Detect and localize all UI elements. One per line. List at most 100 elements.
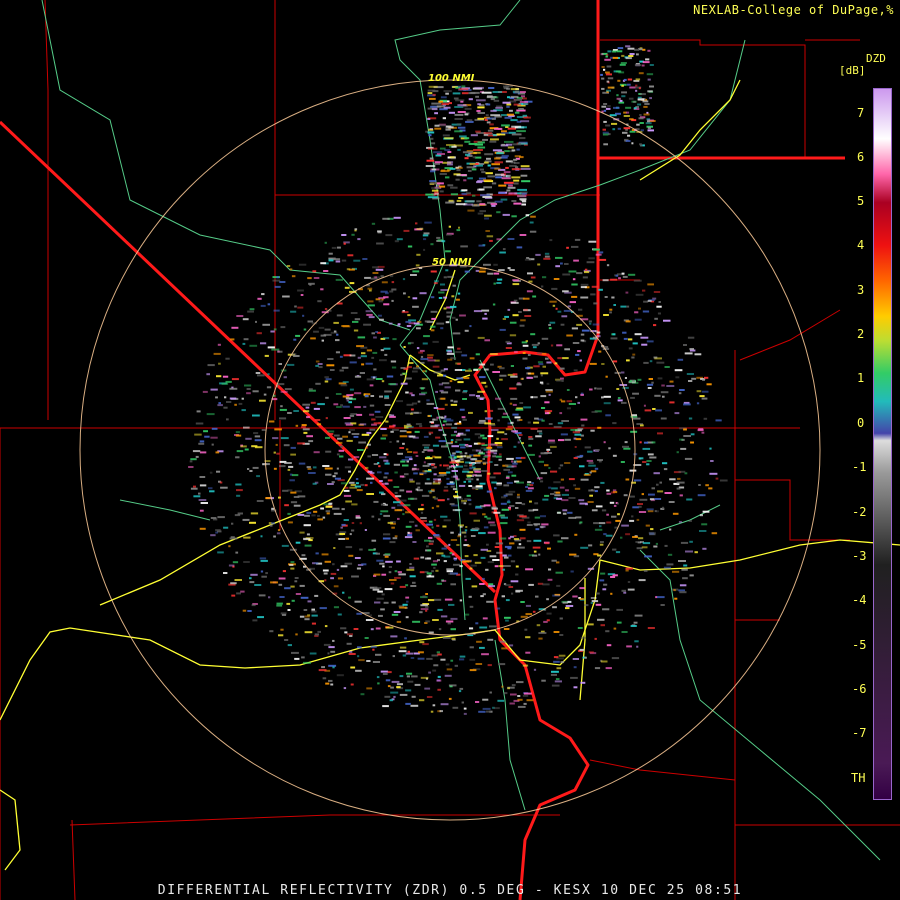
echo-gate bbox=[477, 117, 484, 120]
echo-gate bbox=[464, 555, 469, 558]
echo-gate bbox=[235, 456, 240, 459]
echo-gate bbox=[509, 387, 517, 390]
echo-gate bbox=[359, 548, 363, 551]
echo-gate bbox=[215, 451, 220, 454]
echo-gate bbox=[547, 547, 551, 550]
echo-gate bbox=[327, 483, 334, 485]
echo-gate bbox=[311, 610, 317, 613]
echo-gate bbox=[348, 431, 351, 434]
echo-gate bbox=[430, 270, 437, 273]
echo-gate bbox=[284, 639, 289, 641]
echo-gate bbox=[607, 77, 614, 80]
echo-gate bbox=[513, 103, 522, 106]
echo-gate bbox=[645, 58, 650, 61]
echo-gate bbox=[491, 429, 499, 431]
echo-gate bbox=[450, 659, 454, 662]
echo-gate bbox=[510, 535, 515, 538]
echo-gate bbox=[394, 509, 402, 512]
echo-gate bbox=[349, 650, 353, 653]
echo-gate bbox=[572, 278, 576, 281]
echo-gate bbox=[455, 477, 459, 480]
echo-gate bbox=[464, 270, 470, 273]
echo-gate bbox=[381, 573, 387, 576]
echo-gate bbox=[632, 417, 641, 420]
echo-gate bbox=[454, 430, 457, 433]
echo-gate bbox=[354, 228, 358, 231]
echo-gate bbox=[425, 165, 436, 167]
echo-gate bbox=[380, 608, 385, 611]
echo-gate bbox=[594, 637, 597, 640]
echo-gate bbox=[520, 167, 531, 170]
echo-gate bbox=[560, 478, 564, 481]
echo-gate bbox=[690, 441, 694, 444]
echo-gate bbox=[544, 410, 553, 413]
echo-gate bbox=[453, 563, 460, 566]
echo-gate bbox=[261, 575, 267, 578]
echo-gate bbox=[413, 322, 420, 325]
echo-gate bbox=[257, 297, 262, 300]
echo-gate bbox=[323, 572, 328, 575]
echo-gate bbox=[545, 389, 553, 391]
echo-gate bbox=[455, 450, 460, 453]
echo-gate bbox=[263, 463, 270, 466]
echo-gate bbox=[482, 707, 491, 710]
echo-gate bbox=[550, 673, 557, 676]
echo-gate bbox=[261, 429, 266, 431]
echo-gate bbox=[679, 494, 683, 497]
echo-gate bbox=[436, 182, 444, 185]
echo-gate bbox=[335, 351, 340, 354]
echo-gate bbox=[290, 585, 295, 588]
echo-gate bbox=[331, 481, 335, 484]
echo-gate bbox=[446, 163, 453, 166]
echo-gate bbox=[193, 485, 196, 488]
echo-gate bbox=[517, 695, 521, 697]
echo-gate bbox=[522, 114, 527, 117]
echo-gate bbox=[385, 234, 393, 237]
echo-gate bbox=[464, 613, 470, 616]
echo-gate bbox=[444, 149, 451, 152]
echo-gate bbox=[415, 488, 419, 491]
echo-gate bbox=[318, 326, 325, 329]
echo-gate bbox=[442, 117, 446, 120]
echo-gate bbox=[602, 128, 606, 131]
echo-gate bbox=[313, 451, 320, 454]
echo-gate bbox=[715, 477, 719, 480]
echo-gate bbox=[480, 434, 485, 437]
echo-gate bbox=[237, 512, 243, 515]
echo-gate bbox=[412, 581, 416, 584]
echo-gate bbox=[360, 693, 365, 696]
echo-gate bbox=[482, 513, 486, 516]
echo-gate bbox=[423, 248, 426, 251]
echo-gate bbox=[544, 452, 552, 454]
echo-gate bbox=[216, 470, 221, 473]
echo-gate bbox=[509, 402, 513, 405]
echo-gate bbox=[216, 375, 222, 378]
echo-gate bbox=[302, 403, 310, 406]
echo-gate bbox=[645, 122, 652, 125]
echo-gate bbox=[540, 372, 549, 375]
echo-gate bbox=[343, 489, 350, 492]
echo-gate bbox=[281, 614, 287, 616]
echo-gate bbox=[558, 467, 561, 470]
echo-gate bbox=[625, 291, 629, 294]
echo-gate bbox=[489, 555, 497, 558]
echo-gate bbox=[293, 410, 299, 412]
echo-gate bbox=[277, 529, 281, 532]
echo-gate bbox=[606, 644, 612, 647]
echo-gate bbox=[313, 407, 320, 410]
echo-gate bbox=[635, 84, 638, 87]
echo-gate bbox=[423, 449, 427, 451]
echo-gate bbox=[538, 632, 547, 634]
echo-gate bbox=[484, 312, 487, 315]
echo-gate bbox=[301, 424, 307, 427]
echo-gate bbox=[229, 387, 238, 390]
echo-gate bbox=[333, 606, 339, 609]
echo-gate bbox=[503, 565, 511, 567]
echo-gate bbox=[612, 50, 617, 53]
echo-gate bbox=[434, 127, 442, 130]
echo-gate bbox=[384, 395, 389, 398]
echo-gate bbox=[699, 395, 705, 398]
echo-gate bbox=[512, 462, 518, 465]
echo-gate bbox=[457, 381, 464, 384]
echo-gate bbox=[290, 446, 296, 449]
